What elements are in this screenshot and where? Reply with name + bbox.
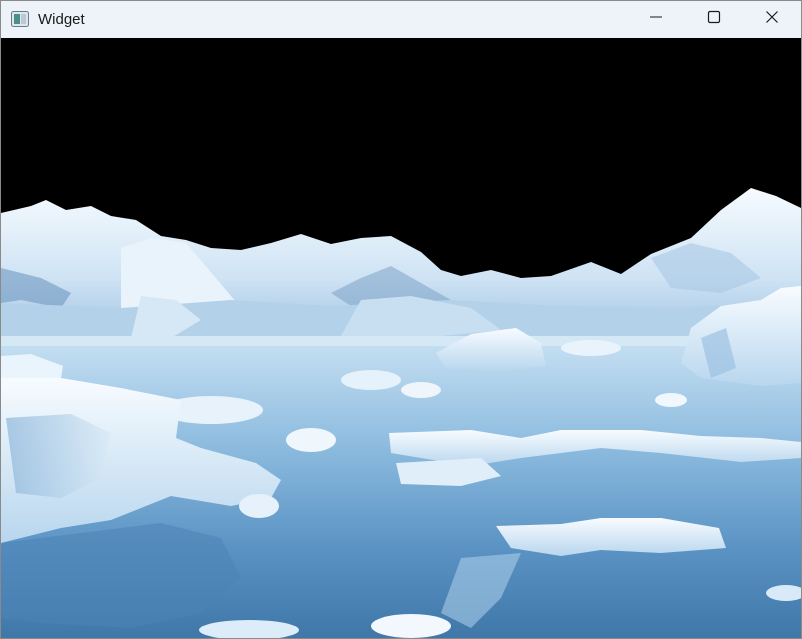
close-icon [765,10,779,29]
title-bar[interactable]: Widget [1,1,801,38]
maximize-button[interactable] [685,1,743,38]
app-window-icon [11,11,29,27]
window-title: Widget [38,11,85,28]
app-window: Widget [0,0,802,639]
close-button[interactable] [743,1,801,38]
minimize-button[interactable] [627,1,685,38]
minimize-icon [649,10,663,29]
iceberg-landscape-image [1,38,801,638]
maximize-icon [707,10,721,29]
image-view [1,38,801,638]
